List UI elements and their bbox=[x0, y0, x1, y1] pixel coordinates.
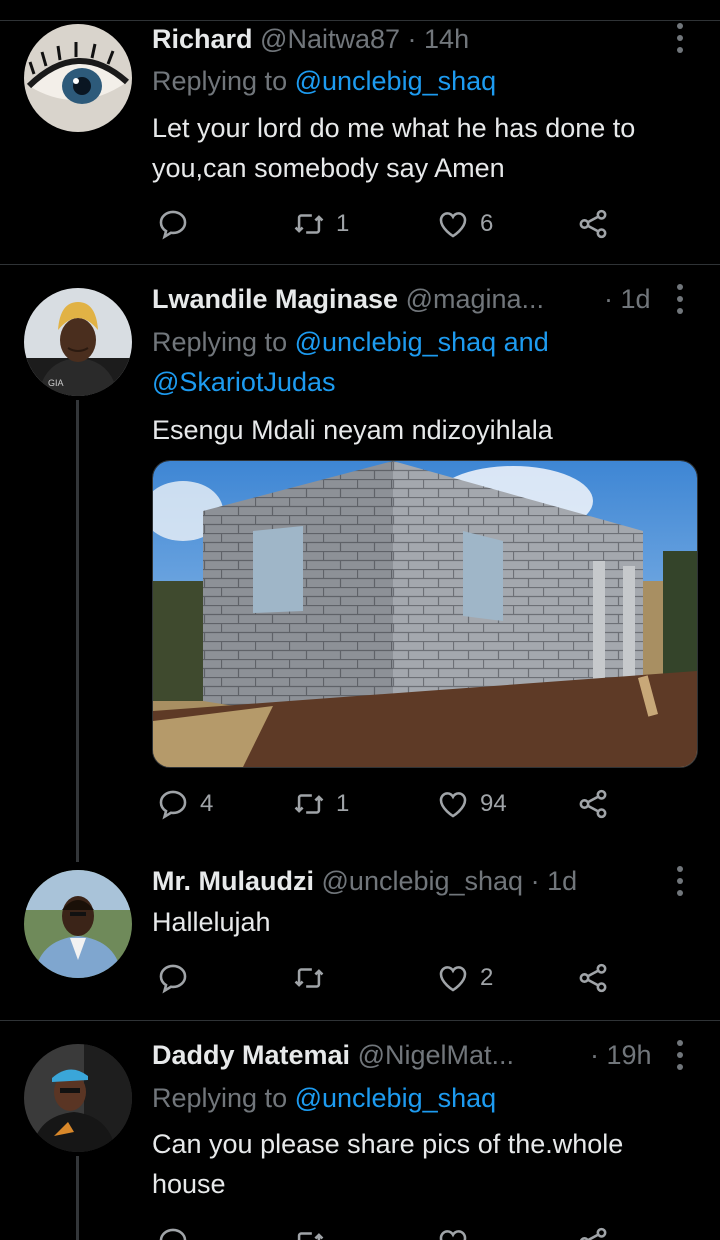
more-icon[interactable] bbox=[668, 866, 692, 896]
handle[interactable]: @magina... bbox=[406, 284, 544, 314]
like-icon bbox=[439, 212, 467, 238]
replying-prefix: Replying to bbox=[152, 327, 295, 357]
retweet-button[interactable] bbox=[292, 1222, 326, 1240]
reply-icon bbox=[159, 964, 187, 994]
like-button[interactable]: 6 bbox=[436, 204, 493, 244]
mention-link[interactable]: @unclebig_shaq bbox=[295, 327, 497, 357]
mention-link[interactable]: @unclebig_shaq bbox=[295, 66, 497, 96]
share-button[interactable] bbox=[576, 1222, 610, 1240]
like-count: 94 bbox=[480, 790, 507, 817]
tweet-header: Lwandile Maginase @magina... bbox=[152, 280, 544, 318]
reply-button[interactable] bbox=[156, 204, 200, 244]
share-icon bbox=[579, 963, 607, 993]
avatar[interactable] bbox=[24, 1044, 132, 1152]
like-count: 2 bbox=[480, 964, 494, 991]
retweet-icon bbox=[294, 968, 324, 988]
reply-button[interactable] bbox=[156, 1222, 190, 1240]
retweet-count: 1 bbox=[336, 790, 350, 817]
reply-button[interactable]: 4 bbox=[156, 784, 213, 824]
divider bbox=[0, 1020, 720, 1021]
share-icon bbox=[579, 209, 607, 239]
replying-to: Replying to @unclebig_shaq bbox=[152, 1079, 496, 1117]
more-icon[interactable] bbox=[668, 23, 692, 53]
share-button[interactable] bbox=[576, 784, 610, 824]
handle[interactable]: @Naitwa87 bbox=[260, 24, 400, 54]
share-button[interactable] bbox=[576, 204, 610, 244]
reply-icon bbox=[159, 1228, 187, 1240]
avatar[interactable] bbox=[24, 24, 132, 132]
replying-prefix: Replying to bbox=[152, 1083, 295, 1113]
retweet-button[interactable] bbox=[292, 958, 336, 998]
replying-to: Replying to @unclebig_shaq and bbox=[152, 323, 549, 361]
tweet-header: Daddy Matemai @NigelMat... bbox=[152, 1036, 514, 1074]
like-button[interactable] bbox=[436, 1222, 470, 1240]
retweet-count: 1 bbox=[336, 210, 350, 237]
timestamp[interactable]: · 1d bbox=[604, 280, 651, 318]
tweet-text-line: Can you please share pics of the.whole bbox=[152, 1129, 624, 1159]
timestamp[interactable]: · 1d bbox=[531, 866, 578, 896]
display-name[interactable]: Richard bbox=[152, 24, 253, 54]
thread-line bbox=[76, 1156, 79, 1240]
replying-to: Replying to @unclebig_shaq bbox=[152, 62, 496, 100]
reply-icon bbox=[159, 210, 187, 240]
action-bar: 4 1 94 bbox=[152, 784, 672, 824]
tweet-header: Mr. Mulaudzi @unclebig_shaq · 1d bbox=[152, 862, 577, 900]
like-icon bbox=[439, 792, 467, 818]
share-icon bbox=[579, 789, 607, 819]
like-icon bbox=[439, 966, 467, 992]
more-icon[interactable] bbox=[668, 1040, 692, 1070]
mention-link[interactable]: @SkariotJudas bbox=[152, 367, 336, 397]
tweet-header: Richard @Naitwa87 · 14h bbox=[152, 20, 469, 58]
action-bar: 2 bbox=[152, 958, 672, 998]
avatar[interactable]: GIA bbox=[24, 288, 132, 396]
replying-to-second: @SkariotJudas bbox=[152, 363, 336, 401]
display-name[interactable]: Lwandile Maginase bbox=[152, 284, 398, 314]
reply-icon bbox=[159, 790, 187, 820]
tweet-text-line: Let your lord do me what he has done to bbox=[152, 113, 636, 143]
timestamp[interactable]: · 14h bbox=[408, 24, 470, 54]
replying-and: and bbox=[496, 327, 549, 357]
like-button[interactable]: 94 bbox=[436, 784, 507, 824]
like-icon bbox=[439, 1230, 467, 1240]
more-icon[interactable] bbox=[668, 284, 692, 314]
share-icon bbox=[579, 1227, 607, 1240]
reply-button[interactable] bbox=[156, 958, 200, 998]
retweet-button[interactable]: 1 bbox=[292, 784, 349, 824]
retweet-icon bbox=[294, 214, 324, 234]
tweet-text-line: house bbox=[152, 1169, 226, 1199]
tweet-text-line: you,can somebody say Amen bbox=[152, 153, 505, 183]
like-button[interactable]: 2 bbox=[436, 958, 493, 998]
tweet-photo-house[interactable] bbox=[152, 460, 698, 768]
retweet-icon bbox=[294, 794, 324, 814]
thread-line bbox=[76, 400, 79, 862]
tweet-text-line: Hallelujah bbox=[152, 907, 271, 937]
reply-count: 4 bbox=[200, 790, 214, 817]
tweet-text-line: Esengu Mdali neyam ndizoyihlala bbox=[152, 415, 553, 445]
display-name[interactable]: Daddy Matemai bbox=[152, 1040, 350, 1070]
display-name[interactable]: Mr. Mulaudzi bbox=[152, 866, 314, 896]
action-bar: 1 6 bbox=[152, 204, 672, 244]
avatar[interactable] bbox=[24, 870, 132, 978]
replying-prefix: Replying to bbox=[152, 66, 295, 96]
retweet-icon bbox=[297, 1232, 324, 1240]
tweet-richard[interactable]: Richard @Naitwa87 · 14h Replying to @unc… bbox=[0, 0, 720, 264]
retweet-button[interactable]: 1 bbox=[292, 204, 349, 244]
like-count: 6 bbox=[480, 210, 494, 237]
mention-link[interactable]: @unclebig_shaq bbox=[295, 1083, 497, 1113]
handle[interactable]: @NigelMat... bbox=[358, 1040, 514, 1070]
timestamp[interactable]: · 19h bbox=[590, 1036, 652, 1074]
action-bar bbox=[152, 1222, 672, 1240]
handle[interactable]: @unclebig_shaq bbox=[322, 866, 524, 896]
share-button[interactable] bbox=[576, 958, 610, 998]
svg-text:GIA: GIA bbox=[48, 378, 64, 388]
